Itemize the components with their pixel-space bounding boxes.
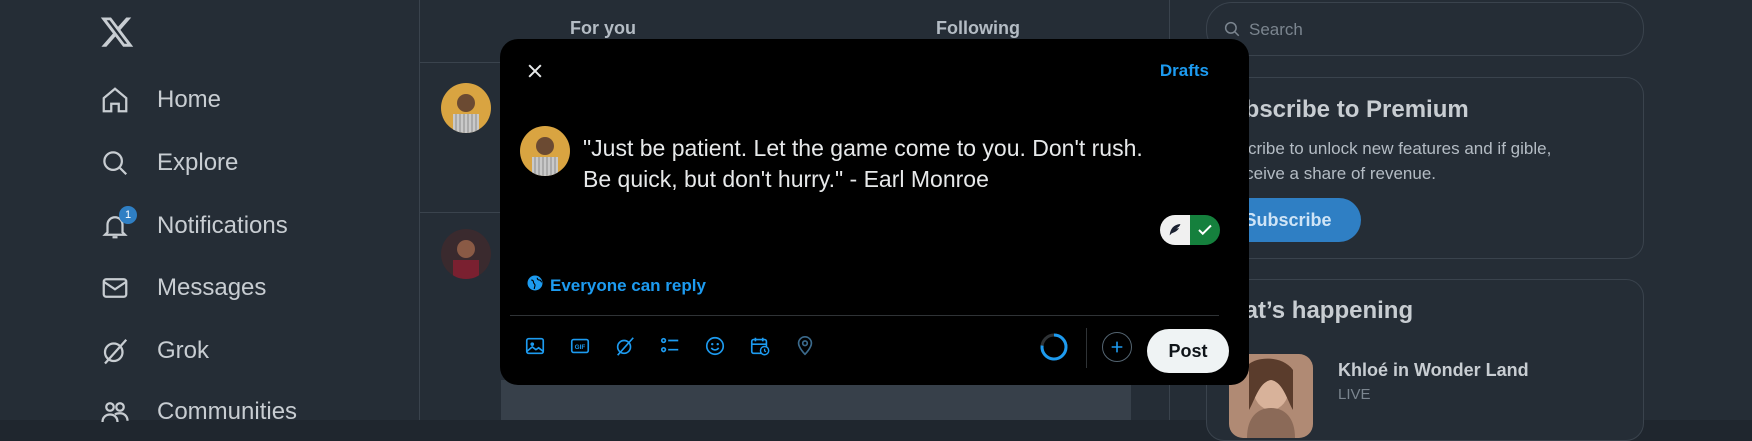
character-count-ring [1039, 332, 1069, 367]
toolbar-separator [1086, 328, 1087, 368]
nav-item-messages[interactable]: Messages [99, 268, 266, 308]
avatar[interactable] [520, 126, 570, 176]
composer-divider [510, 315, 1219, 316]
reply-settings-label: Everyone can reply [550, 275, 706, 295]
gif-icon[interactable]: GIF [565, 331, 595, 361]
search-box[interactable]: Search [1206, 2, 1644, 56]
poll-icon[interactable] [655, 331, 685, 361]
check-icon [1190, 215, 1220, 245]
nav-item-grok[interactable]: Grok [99, 331, 209, 371]
feather-icon [1160, 215, 1190, 245]
nav-item-notifications[interactable]: 1 Notifications [99, 206, 288, 246]
compose-post-dialog: Drafts "Just be patient. Let the game co… [500, 39, 1249, 385]
grok-icon[interactable] [610, 331, 640, 361]
notification-badge: 1 [119, 206, 137, 224]
search-icon [99, 147, 131, 179]
nav-item-communities[interactable]: Communities [99, 392, 297, 432]
bell-icon: 1 [99, 206, 137, 242]
nav-label: Home [157, 86, 222, 113]
whats-happening-card: hat’s happening Khloé in Wonder Land LIV… [1206, 279, 1644, 441]
emoji-icon[interactable] [700, 331, 730, 361]
envelope-icon [99, 272, 131, 304]
left-sidebar: Home Explore 1 Notifications Messages Gr… [0, 0, 419, 425]
tab-for-you[interactable]: For you [570, 18, 636, 39]
trend-title[interactable]: Khloé in Wonder Land [1338, 360, 1529, 381]
schedule-icon[interactable] [745, 331, 775, 361]
premium-title: ubscribe to Premium [1230, 96, 1469, 123]
close-button[interactable] [520, 56, 550, 86]
nav-label: Explore [157, 149, 239, 176]
nav-label: Communities [157, 398, 298, 425]
people-icon [99, 396, 131, 428]
location-icon[interactable] [790, 331, 820, 361]
plus-icon [1111, 341, 1123, 353]
globe-icon [526, 274, 544, 297]
nav-label: Messages [157, 274, 267, 301]
avatar[interactable] [441, 229, 491, 279]
reply-settings-button[interactable]: Everyone can reply [526, 274, 706, 297]
x-logo-icon[interactable] [99, 14, 135, 50]
post-button[interactable]: Post [1147, 329, 1229, 373]
post-media [501, 380, 1131, 420]
nav-item-explore[interactable]: Explore [99, 143, 238, 183]
premium-card: ubscribe to Premium bscribe to unlock ne… [1206, 77, 1644, 259]
happening-title: hat’s happening [1230, 297, 1414, 324]
post-text-input[interactable]: "Just be patient. Let the game come to y… [583, 133, 1223, 195]
home-icon [99, 84, 131, 116]
avatar[interactable] [441, 83, 491, 133]
writing-assistant-toggle[interactable] [1160, 215, 1220, 245]
search-input[interactable]: Search [1249, 20, 1303, 40]
trend-status: LIVE [1338, 386, 1371, 403]
tab-following[interactable]: Following [936, 18, 1020, 39]
premium-description: bscribe to unlock new features and if gi… [1230, 139, 1552, 183]
image-icon[interactable] [520, 331, 550, 361]
drafts-button[interactable]: Drafts [1160, 61, 1209, 81]
grok-icon [99, 335, 131, 367]
svg-text:GIF: GIF [575, 344, 586, 351]
nav-label: Notifications [157, 212, 288, 239]
close-icon [528, 64, 542, 78]
nav-label: Grok [157, 337, 210, 364]
add-post-button[interactable] [1102, 332, 1132, 362]
nav-item-home[interactable]: Home [99, 80, 221, 120]
